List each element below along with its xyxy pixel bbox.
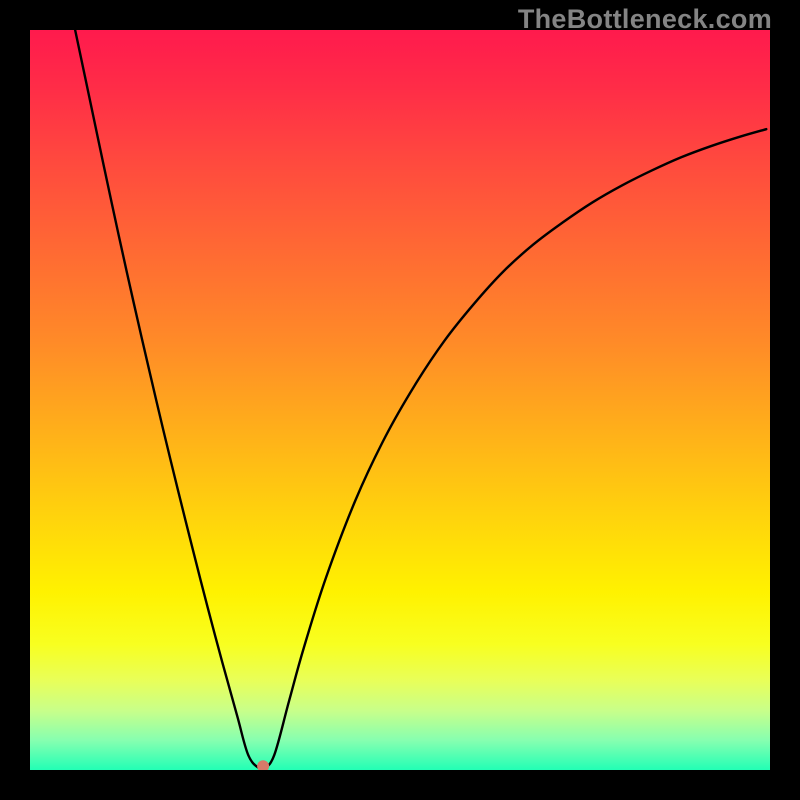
chart-frame: TheBottleneck.com — [0, 0, 800, 800]
bottleneck-curve — [75, 30, 766, 770]
minimum-marker — [257, 760, 269, 770]
plot-area — [30, 30, 770, 770]
curve-svg — [30, 30, 770, 770]
